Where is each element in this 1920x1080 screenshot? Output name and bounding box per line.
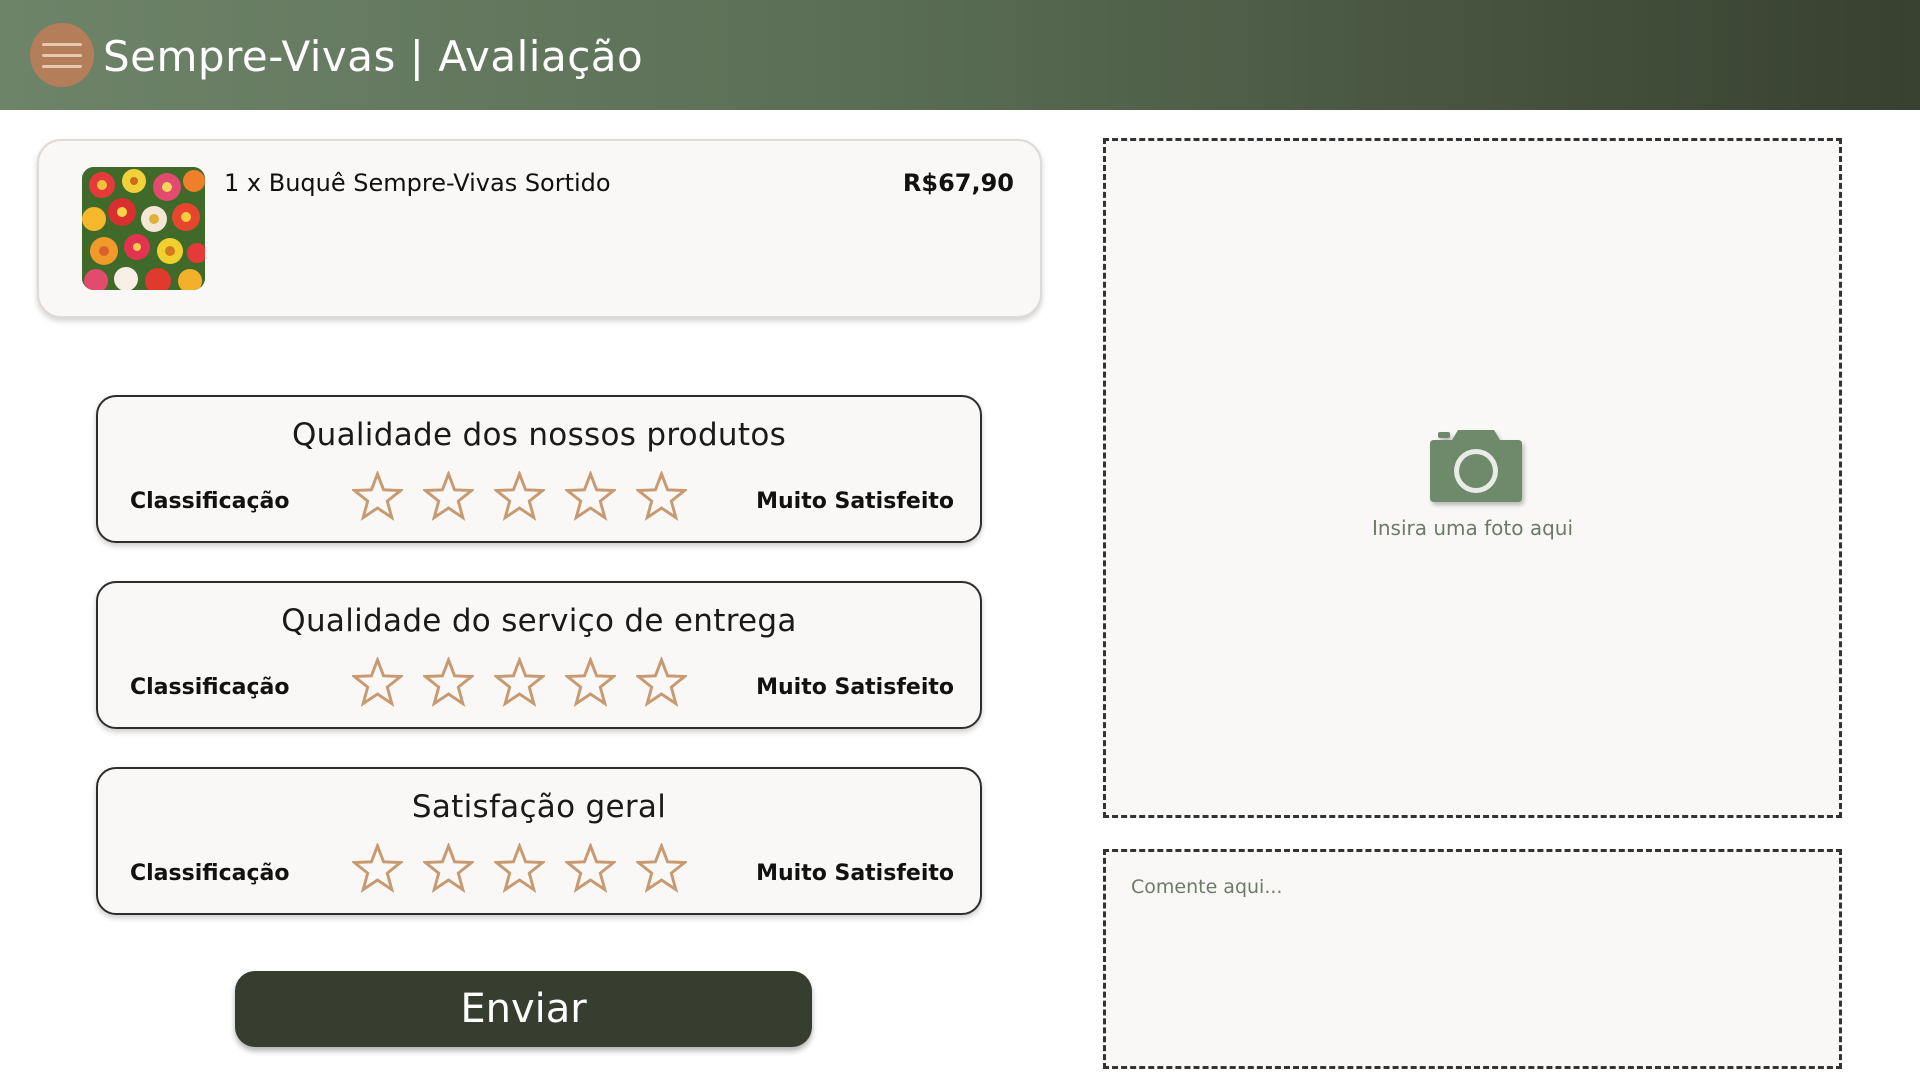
rating-title: Qualidade dos nossos produtos [291,417,787,453]
star-icon[interactable] [352,843,403,894]
star-icon[interactable] [565,657,616,708]
rating-card-delivery: Qualidade do serviço de entrega Classifi… [96,581,982,729]
hamburger-icon-line [42,64,82,68]
star-icon[interactable] [636,657,687,708]
comment-box [1103,849,1842,1069]
star-icon[interactable] [565,843,616,894]
product-image [82,167,205,290]
hamburger-icon-line [42,53,82,57]
rating-label-right: Muito Satisfeito [756,489,954,514]
submit-button[interactable]: Enviar [235,971,812,1047]
product-card: 1 x Buquê Sempre-Vivas Sortido R$67,90 [37,139,1042,318]
hamburger-icon [42,42,82,46]
star-icon[interactable] [423,843,474,894]
star-icon[interactable] [352,471,403,522]
star-icon[interactable] [423,657,474,708]
photo-upload-label: Insira uma foto aqui [1371,516,1574,540]
star-icon[interactable] [636,471,687,522]
comment-input[interactable] [1106,852,1839,1066]
rating-title: Qualidade do serviço de entrega [281,603,797,639]
rating-label-right: Muito Satisfeito [756,861,954,886]
rating-title: Satisfação geral [411,789,667,825]
star-icon[interactable] [565,471,616,522]
star-icon[interactable] [423,471,474,522]
star-rating [352,471,687,522]
star-icon[interactable] [494,843,545,894]
star-icon[interactable] [636,843,687,894]
star-icon[interactable] [494,657,545,708]
menu-button[interactable] [30,23,94,87]
star-rating [352,843,687,894]
rating-label-left: Classificação [130,861,290,886]
rating-label-left: Classificação [130,675,290,700]
photo-upload-area[interactable]: Insira uma foto aqui [1103,138,1842,818]
product-name: 1 x Buquê Sempre-Vivas Sortido [224,169,611,197]
rating-card-overall: Satisfação geral Classificação Muito Sat… [96,767,982,915]
star-icon[interactable] [352,657,403,708]
star-rating [352,657,687,708]
app-header: Sempre-Vivas | Avaliação [0,0,1920,110]
page-title: Sempre-Vivas | Avaliação [103,32,644,81]
rating-card-products: Qualidade dos nossos produtos Classifica… [96,395,982,543]
star-icon[interactable] [494,471,545,522]
camera-icon [1428,426,1524,504]
rating-label-right: Muito Satisfeito [756,675,954,700]
rating-label-left: Classificação [130,489,290,514]
product-price: R$67,90 [902,169,1014,197]
